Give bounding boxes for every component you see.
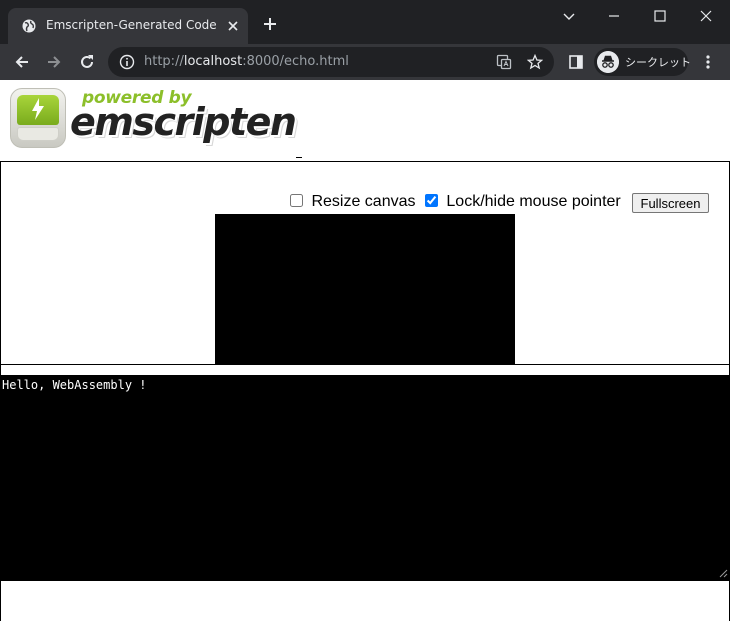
incognito-label: シークレット <box>625 56 691 69</box>
maximize-icon[interactable] <box>650 6 670 26</box>
canvas-controls: Resize canvas Lock/hide mouse pointer <box>289 193 625 213</box>
spinner-remnant <box>296 157 302 158</box>
close-tab-icon[interactable] <box>226 19 240 33</box>
globe-icon <box>22 19 36 33</box>
incognito-icon <box>597 51 619 73</box>
chevron-down-icon[interactable] <box>559 6 579 26</box>
star-icon[interactable] <box>527 54 543 70</box>
fullscreen-button[interactable]: Fullscreen <box>632 193 709 213</box>
browser-titlebar: Emscripten-Generated Code <box>0 0 730 44</box>
emscripten-canvas[interactable] <box>215 214 515 364</box>
lightning-icon <box>32 98 44 120</box>
side-panel-icon[interactable] <box>567 53 585 71</box>
url-text[interactable]: http://localhost:8000/echo.html <box>144 54 349 69</box>
translate-icon[interactable] <box>496 54 512 70</box>
menu-icon[interactable] <box>699 53 717 71</box>
minimize-icon[interactable] <box>604 6 624 26</box>
resize-canvas-checkbox[interactable] <box>290 194 303 207</box>
new-tab-icon[interactable] <box>262 16 278 32</box>
resize-canvas-label: Resize canvas <box>311 193 416 210</box>
incognito-badge[interactable]: シークレット <box>594 48 691 76</box>
close-window-icon[interactable] <box>696 6 716 26</box>
emscripten-logo-icon <box>10 88 66 148</box>
logo-brand: emscripten <box>70 100 297 144</box>
address-bar[interactable]: http://localhost:8000/echo.html <box>108 47 554 77</box>
lock-pointer-label: Lock/hide mouse pointer <box>446 193 621 210</box>
output-console[interactable] <box>0 375 730 581</box>
info-icon[interactable] <box>119 54 135 70</box>
resize-grip-icon[interactable] <box>718 568 728 578</box>
reload-icon[interactable] <box>78 53 96 71</box>
emscripten-logo[interactable]: powered by emscripten <box>8 86 297 152</box>
browser-tab[interactable]: Emscripten-Generated Code <box>8 8 248 44</box>
forward-icon[interactable] <box>45 53 63 71</box>
browser-toolbar: http://localhost:8000/echo.html シークレット <box>0 44 730 80</box>
back-icon[interactable] <box>13 53 31 71</box>
tab-title: Emscripten-Generated Code <box>46 18 217 32</box>
lock-pointer-checkbox[interactable] <box>424 194 438 207</box>
